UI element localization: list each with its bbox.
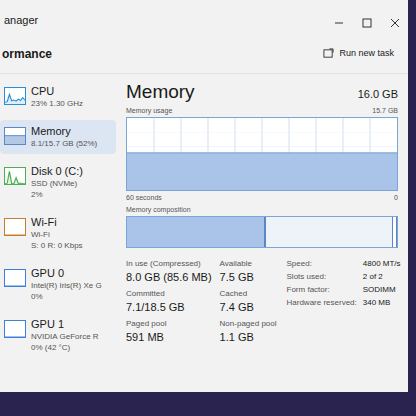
chart-label: Memory usage: [126, 106, 172, 117]
hardware-value: 2 of 2: [363, 271, 401, 283]
stats-grid: In use (Compressed)8.0 GB (85.6 MB) Avail…: [126, 258, 277, 344]
close-icon[interactable]: [390, 18, 400, 28]
graph-thumb-icon: [4, 167, 26, 185]
stat: Paged pool591 MB: [126, 318, 212, 344]
stat: Non-paged pool1.1 GB: [220, 318, 277, 344]
hardware-info: Speed: 4800 MT/s Slots used: 2 of 2 Form fac…: [287, 258, 401, 344]
sidebar-item[interactable]: CPU23% 1.30 GHz: [0, 80, 116, 114]
memory-panel: Memory 16.0 GB Memory usage 15.7 GB 60 secon…: [122, 74, 408, 392]
time-label: 60 seconds: [126, 193, 162, 204]
sidebar-item[interactable]: Memory8.1/15.7 GB (52%): [0, 120, 116, 154]
hardware-value: 4800 MT/s: [363, 258, 401, 270]
chart-max: 15.7 GB: [372, 106, 398, 117]
page-header: ormance Run new task: [0, 34, 408, 74]
hardware-label: Slots used:: [287, 271, 357, 283]
panel-title: Memory: [126, 80, 195, 104]
hardware-label: Speed:: [287, 258, 357, 270]
title-bar: anager: [0, 0, 408, 34]
stat: Committed7.1/18.5 GB: [126, 288, 212, 314]
run-task-icon: [323, 48, 334, 59]
graph-thumb-icon: [4, 269, 26, 287]
run-new-task-button[interactable]: Run new task: [319, 45, 398, 63]
composition-segment[interactable]: [393, 217, 397, 247]
composition-label: Memory composition: [126, 205, 398, 216]
stat: In use (Compressed)8.0 GB (85.6 MB): [126, 258, 212, 284]
page-title: ormance: [2, 45, 52, 63]
graph-thumb-icon: [4, 320, 26, 338]
maximize-icon[interactable]: [362, 18, 372, 28]
hardware-value: 340 MB: [363, 297, 401, 309]
chart-min: 0: [394, 193, 398, 204]
sidebar-item[interactable]: Disk 0 (C:)SSD (NVMe)2%: [0, 160, 116, 205]
stat: Available7.5 GB: [220, 258, 277, 284]
graph-thumb-icon: [4, 218, 26, 236]
composition-bar: [126, 216, 398, 248]
sidebar-item[interactable]: GPU 1NVIDIA GeForce R0% (42 °C): [0, 313, 116, 358]
desktop: anager ormance Run new task CPU23% 1.30 GHz…: [0, 0, 416, 416]
composition-segment[interactable]: [266, 217, 393, 247]
window-title: anager: [4, 12, 38, 29]
capacity: 16.0 GB: [358, 86, 398, 105]
memory-thumb-icon: [4, 127, 26, 145]
memory-usage-chart: [126, 117, 398, 191]
hardware-label: Hardware reserved:: [287, 297, 357, 309]
window-controls: [334, 18, 400, 28]
composition-segment[interactable]: [127, 217, 265, 247]
minimize-icon[interactable]: [334, 18, 344, 28]
sidebar-item[interactable]: GPU 0Intel(R) Iris(R) Xe G0%: [0, 262, 116, 307]
hardware-value: SODIMM: [363, 284, 401, 296]
stat: Cached7.4 GB: [220, 288, 277, 314]
sidebar-item[interactable]: Wi-FiWi-FiS: 0 R: 0 Kbps: [0, 211, 116, 256]
task-manager-window: anager ormance Run new task CPU23% 1.30 GHz…: [0, 0, 408, 392]
graph-thumb-icon: [4, 87, 26, 105]
sidebar: CPU23% 1.30 GHz Memory8.1/15.7 GB (52%) Di…: [0, 74, 122, 392]
hardware-label: Form factor:: [287, 284, 357, 296]
